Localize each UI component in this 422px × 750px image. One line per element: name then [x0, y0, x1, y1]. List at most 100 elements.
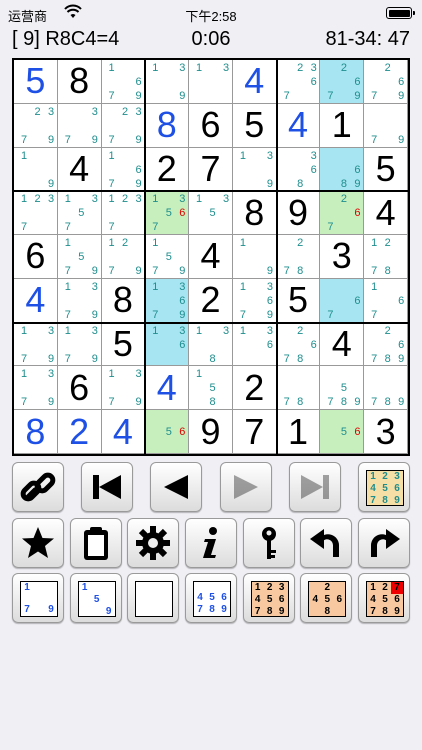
cell-r9c1[interactable]: 8 — [14, 410, 58, 454]
hint-button[interactable] — [242, 518, 295, 568]
cell-r8c7[interactable]: 78 — [276, 366, 321, 411]
cell-r9c9[interactable]: 3 — [364, 410, 408, 454]
candidate-overlay-button[interactable]: 123 456 789 — [242, 573, 295, 623]
cell-r5c2[interactable]: 1579 — [57, 235, 102, 279]
clipboard-button[interactable] — [69, 518, 122, 568]
prev-move-button[interactable] — [150, 462, 203, 512]
cell-r9c7[interactable]: 1 — [276, 410, 321, 454]
cell-r4c8[interactable]: 26 7 — [320, 191, 365, 236]
cell-r1c5[interactable]: 13 — [189, 60, 233, 104]
digit-picker-button[interactable]: 24568 — [300, 573, 353, 623]
cell-r7c9[interactable]: 26 789 — [364, 322, 408, 367]
cell-r5c5[interactable]: 4 — [189, 235, 233, 279]
cell-r4c9[interactable]: 4 — [364, 191, 408, 236]
cell-r6c9[interactable]: 1 6 7 — [364, 278, 408, 323]
cell-r8c4[interactable]: 4 — [145, 366, 190, 411]
cell-r8c8[interactable]: 5789 — [320, 366, 365, 411]
cell-r4c4[interactable]: 1 356 7 — [145, 191, 190, 236]
cell-r1c1[interactable]: 5 — [14, 60, 58, 104]
cell-r1c8[interactable]: 26 7 9 — [320, 60, 365, 104]
cell-r3c9[interactable]: 5 — [364, 147, 408, 192]
cell-r5c7[interactable]: 2 78 — [276, 235, 321, 279]
cell-r2c2[interactable]: 3 7 9 — [57, 103, 102, 148]
cell-r5c1[interactable]: 6 — [14, 235, 58, 279]
cell-r7c5[interactable]: 1 3 8 — [189, 322, 233, 367]
cell-r2c9[interactable]: 79 — [364, 103, 408, 148]
cell-r6c2[interactable]: 1 3 7 9 — [57, 278, 102, 323]
cell-r2c4[interactable]: 8 — [145, 103, 190, 148]
cell-r8c3[interactable]: 1379 — [101, 366, 146, 411]
cell-r6c5[interactable]: 2 — [189, 278, 233, 323]
settings-button[interactable] — [127, 518, 180, 568]
cell-r1c4[interactable]: 1 3 9 — [145, 60, 190, 104]
cell-r3c7[interactable]: 368 — [276, 147, 321, 192]
cell-r9c3[interactable]: 4 — [101, 410, 146, 454]
cell-r3c3[interactable]: 1679 — [101, 147, 146, 192]
cell-r7c8[interactable]: 4 — [320, 322, 365, 367]
cell-r5c4[interactable]: 1579 — [145, 235, 190, 279]
cell-r5c3[interactable]: 1279 — [101, 235, 146, 279]
cell-r4c5[interactable]: 1 35 — [189, 191, 233, 236]
cell-r9c6[interactable]: 7 — [232, 410, 277, 454]
cell-r6c8[interactable]: 67 — [320, 278, 365, 323]
cell-r3c8[interactable]: 689 — [320, 147, 365, 192]
candidates-button[interactable]: 123 456 789 — [358, 462, 410, 512]
cell-r9c5[interactable]: 9 — [189, 410, 233, 454]
edit-candidates-button[interactable]: 159 — [69, 573, 122, 623]
cell-r7c1[interactable]: 1 3 7 9 — [14, 322, 58, 367]
cell-r7c7[interactable]: 26 78 — [276, 322, 321, 367]
cell-r3c1[interactable]: 19 — [14, 147, 58, 192]
cell-r2c5[interactable]: 6 — [189, 103, 233, 148]
pencil-mode-button[interactable] — [127, 573, 180, 623]
cell-r9c8[interactable]: 56 — [320, 410, 365, 454]
cell-r3c6[interactable]: 139 — [232, 147, 277, 192]
undo-button[interactable] — [300, 518, 353, 568]
auto-candidates-button[interactable]: 1 7 9 — [12, 573, 64, 623]
cell-r8c2[interactable]: 6 — [57, 366, 102, 411]
cell-r1c6[interactable]: 4 — [232, 60, 277, 104]
cell-r3c5[interactable]: 7 — [189, 147, 233, 192]
cell-r9c4[interactable]: 56 — [145, 410, 190, 454]
cell-r9c2[interactable]: 2 — [57, 410, 102, 454]
cell-r8c5[interactable]: 158 — [189, 366, 233, 411]
info-button[interactable] — [185, 518, 237, 568]
cell-r1c9[interactable]: 26 7 9 — [364, 60, 408, 104]
cell-r2c8[interactable]: 1 — [320, 103, 365, 148]
cell-r8c9[interactable]: 789 — [364, 366, 408, 411]
cell-r1c2[interactable]: 8 — [57, 60, 102, 104]
cell-r5c6[interactable]: 19 — [232, 235, 277, 279]
cell-r4c6[interactable]: 8 — [232, 191, 277, 236]
favorite-button[interactable] — [12, 518, 64, 568]
cell-r2c3[interactable]: 2379 — [101, 103, 146, 148]
cell-r8c6[interactable]: 2 — [232, 366, 277, 411]
next-move-button[interactable] — [219, 462, 272, 512]
cell-r7c4[interactable]: 1 36 — [145, 322, 190, 367]
fill-all-candidates-button[interactable]: 456 789 — [185, 573, 237, 623]
cell-r1c7[interactable]: 23 6 7 — [276, 60, 321, 104]
redo-button[interactable] — [358, 518, 410, 568]
cell-r6c6[interactable]: 13679 — [232, 278, 277, 323]
first-move-button[interactable] — [81, 462, 134, 512]
cell-r3c2[interactable]: 4 — [57, 147, 102, 192]
cell-r6c1[interactable]: 4 — [14, 278, 58, 323]
cell-r8c1[interactable]: 1 3 7 9 — [14, 366, 58, 411]
cell-r2c1[interactable]: 23 7 9 — [14, 103, 58, 148]
cell-r2c7[interactable]: 4 — [276, 103, 321, 148]
cell-r4c1[interactable]: 123 7 — [14, 191, 58, 236]
cell-r5c9[interactable]: 12 78 — [364, 235, 408, 279]
cell-r6c7[interactable]: 5 — [276, 278, 321, 323]
cell-r4c7[interactable]: 9 — [276, 191, 321, 236]
cell-r7c3[interactable]: 5 — [101, 322, 146, 367]
cell-r4c2[interactable]: 1 357 — [57, 191, 102, 236]
cell-r5c8[interactable]: 3 — [320, 235, 365, 279]
cell-r7c6[interactable]: 136 — [232, 322, 277, 367]
cell-r7c2[interactable]: 1 3 7 9 — [57, 322, 102, 367]
cell-r3c4[interactable]: 2 — [145, 147, 190, 192]
cell-r6c3[interactable]: 8 — [101, 278, 146, 323]
cell-r2c6[interactable]: 5 — [232, 103, 277, 148]
cell-r6c4[interactable]: 1 36 7 9 — [145, 278, 190, 323]
cell-r1c3[interactable]: 1679 — [101, 60, 146, 104]
last-move-button[interactable] — [288, 462, 341, 512]
cell-r4c3[interactable]: 1237 — [101, 191, 146, 236]
link-button[interactable] — [12, 462, 64, 512]
